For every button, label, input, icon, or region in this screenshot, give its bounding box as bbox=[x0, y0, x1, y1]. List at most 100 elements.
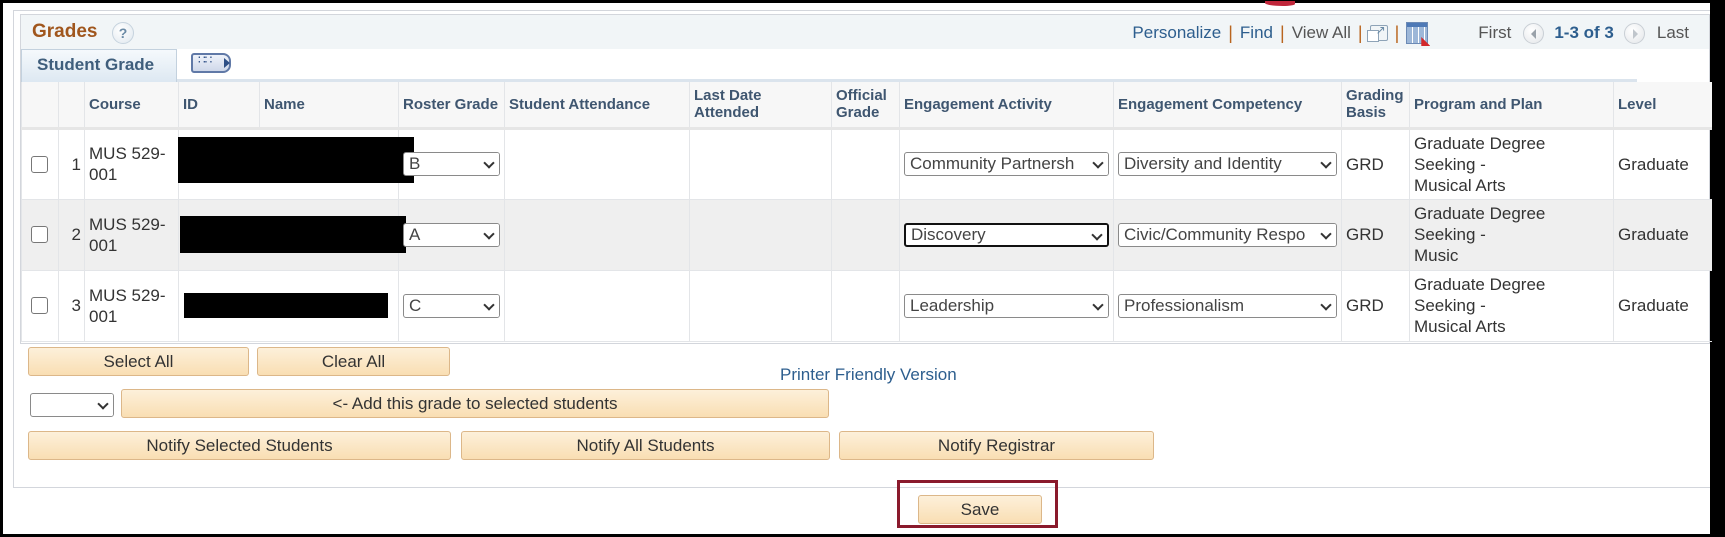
id-name-cell bbox=[178, 199, 406, 271]
download-to-spreadsheet-icon[interactable] bbox=[1406, 22, 1429, 44]
engagement-activity-value: Discovery bbox=[911, 224, 986, 244]
column-header-name: Name bbox=[259, 82, 399, 130]
engagement-competency-value: Diversity and Identity bbox=[1124, 154, 1282, 173]
program-plan-cell: Graduate Degree Seeking - Musical Arts bbox=[1409, 270, 1614, 342]
engagement-activity-cell: Leadership bbox=[899, 270, 1114, 342]
student-attendance-cell bbox=[504, 270, 690, 342]
add-grade-to-selected-button[interactable]: <- Add this grade to selected students bbox=[121, 389, 829, 418]
roster-grade-select[interactable]: C bbox=[403, 293, 500, 318]
column-header-grading-basis: Grading Basis bbox=[1341, 82, 1410, 130]
row-checkbox[interactable] bbox=[31, 226, 48, 243]
column-header-official-grade: Official Grade bbox=[831, 82, 900, 130]
view-all-link[interactable]: View All bbox=[1292, 23, 1351, 43]
save-button[interactable]: Save bbox=[918, 495, 1042, 524]
grading-basis-cell: GRD bbox=[1341, 270, 1410, 342]
plan-line-3: Musical Arts bbox=[1414, 175, 1506, 195]
table-header-row: Course ID Name Roster Grade Student Atte… bbox=[21, 82, 1712, 130]
roster-grade-cell: A bbox=[398, 199, 505, 271]
grades-grid: Grades ? Personalize | Find | View All |… bbox=[20, 14, 1712, 344]
course-cell: MUS 529- 001 bbox=[84, 270, 179, 342]
tab-student-grade[interactable]: Student Grade bbox=[21, 49, 177, 82]
grade-select[interactable] bbox=[30, 393, 114, 417]
last-date-attended-cell bbox=[689, 128, 832, 200]
select-cell bbox=[21, 128, 59, 200]
engagement-competency-select[interactable]: Civic/Community Respo bbox=[1118, 222, 1337, 247]
nav-separator: | bbox=[1394, 22, 1400, 43]
grading-basis-cell: GRD bbox=[1341, 128, 1410, 200]
roster-grade-value: C bbox=[409, 295, 422, 315]
engagement-activity-cell: Community Partnersh bbox=[899, 128, 1114, 200]
notify-selected-students-button[interactable]: Notify Selected Students bbox=[28, 431, 451, 460]
table-row: 3 MUS 529- 001 C Leadership Professionali… bbox=[21, 270, 1712, 342]
level-cell: Graduate bbox=[1613, 199, 1712, 271]
plan-line-1: Graduate Degree bbox=[1414, 275, 1546, 294]
plan-line-2: Seeking - bbox=[1414, 225, 1486, 244]
row-checkbox[interactable] bbox=[31, 297, 48, 314]
column-header-roster-grade: Roster Grade bbox=[398, 82, 505, 130]
row-number: 1 bbox=[58, 128, 85, 200]
table-row: 1 MUS 529- 001 B Community Partnersh Dive… bbox=[21, 128, 1712, 200]
plan-line-3: Musical Arts bbox=[1414, 317, 1506, 336]
grid-tabs: Student Grade bbox=[21, 49, 1709, 82]
course-cell: MUS 529- 001 bbox=[84, 128, 179, 200]
select-cell bbox=[21, 199, 59, 271]
zoom-new-window-icon[interactable] bbox=[1366, 23, 1388, 42]
select-cell bbox=[21, 270, 59, 342]
redacted-block bbox=[180, 215, 406, 253]
clear-all-button[interactable]: Clear All bbox=[257, 347, 450, 376]
previous-row-icon[interactable] bbox=[1523, 22, 1545, 44]
page: Grades ? Personalize | Find | View All |… bbox=[3, 1, 1712, 534]
table-row: 2 MUS 529- 001 A Discovery Civic/Communit… bbox=[21, 199, 1712, 271]
printer-friendly-link[interactable]: Printer Friendly Version bbox=[780, 365, 957, 385]
show-all-columns-icon[interactable] bbox=[191, 53, 231, 73]
engagement-competency-select[interactable]: Professionalism bbox=[1118, 293, 1337, 318]
first-label[interactable]: First bbox=[1478, 23, 1511, 43]
plan-line-2: Seeking - bbox=[1414, 296, 1486, 315]
id-name-cell bbox=[178, 128, 414, 200]
column-header-course: Course bbox=[84, 82, 179, 130]
engagement-activity-cell: Discovery bbox=[899, 199, 1114, 271]
column-header-student-attendance: Student Attendance bbox=[504, 82, 690, 130]
notify-all-students-button[interactable]: Notify All Students bbox=[461, 431, 830, 460]
engagement-activity-value: Community Partnersh bbox=[910, 154, 1075, 173]
help-icon[interactable]: ? bbox=[112, 22, 134, 44]
roster-grade-cell: C bbox=[398, 270, 505, 342]
roster-grade-value: A bbox=[409, 224, 421, 244]
course-line-1: MUS 529- bbox=[89, 144, 166, 163]
column-header-program-and-plan: Program and Plan bbox=[1409, 82, 1614, 130]
engagement-activity-select[interactable]: Leadership bbox=[904, 293, 1109, 318]
course-cell: MUS 529- 001 bbox=[84, 199, 179, 271]
notify-registrar-button[interactable]: Notify Registrar bbox=[839, 431, 1154, 460]
plan-line-1: Graduate Degree bbox=[1414, 204, 1546, 223]
program-plan-cell: Graduate Degree Seeking - Musical Arts bbox=[1409, 128, 1614, 200]
roster-grade-cell: B bbox=[398, 128, 505, 200]
course-line-1: MUS 529- bbox=[89, 214, 166, 234]
roster-grade-select[interactable]: B bbox=[403, 152, 500, 176]
select-all-button[interactable]: Select All bbox=[28, 347, 249, 376]
course-line-2: 001 bbox=[89, 306, 118, 326]
engagement-activity-select[interactable]: Community Partnersh bbox=[904, 152, 1109, 176]
row-count: 1-3 of 3 bbox=[1554, 23, 1614, 42]
nav-separator: | bbox=[1357, 22, 1363, 43]
grades-table: Course ID Name Roster Grade Student Atte… bbox=[21, 82, 1712, 342]
engagement-competency-cell: Diversity and Identity bbox=[1113, 128, 1342, 200]
student-attendance-cell bbox=[504, 128, 690, 200]
engagement-competency-cell: Civic/Community Respo bbox=[1113, 199, 1342, 271]
row-number: 3 bbox=[58, 270, 85, 342]
personalize-link[interactable]: Personalize bbox=[1132, 23, 1221, 43]
program-plan-cell: Graduate Degree Seeking - Music bbox=[1409, 199, 1614, 271]
engagement-competency-select[interactable]: Diversity and Identity bbox=[1118, 152, 1337, 176]
column-header-last-date-attended: Last Date Attended bbox=[689, 82, 832, 130]
row-checkbox[interactable] bbox=[31, 155, 48, 173]
nav-separator: | bbox=[1280, 22, 1285, 43]
roster-grade-select[interactable]: A bbox=[403, 222, 500, 247]
last-label[interactable]: Last bbox=[1657, 23, 1689, 43]
course-line-2: 001 bbox=[89, 235, 118, 255]
column-header-id: ID bbox=[178, 82, 260, 130]
engagement-activity-value: Leadership bbox=[910, 295, 995, 315]
last-date-attended-cell bbox=[689, 270, 832, 342]
engagement-activity-select[interactable]: Discovery bbox=[904, 222, 1109, 247]
next-row-icon[interactable] bbox=[1623, 22, 1645, 44]
column-header-select bbox=[21, 82, 59, 130]
find-link[interactable]: Find bbox=[1240, 23, 1273, 43]
